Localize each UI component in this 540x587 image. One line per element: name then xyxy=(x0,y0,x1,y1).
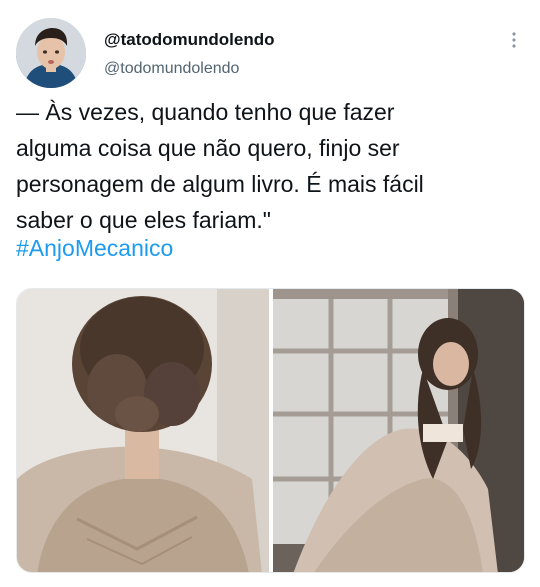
avatar[interactable] xyxy=(16,18,86,88)
avatar-portrait-icon xyxy=(16,18,86,88)
more-dots-vertical-icon xyxy=(512,32,516,48)
user-handle[interactable]: @todomundolendo xyxy=(104,60,239,78)
photo-woman-back[interactable] xyxy=(17,289,269,572)
tweet-text: — Às vezes, quando tenho que fazer algum… xyxy=(16,99,424,233)
photo-woman-window-image xyxy=(272,289,524,572)
tweet-card[interactable]: @tatodomundolendo @todomundolendo — Às v… xyxy=(0,0,540,587)
photo-woman-window[interactable] xyxy=(272,289,524,572)
media-grid xyxy=(16,288,525,573)
photo-woman-back-image xyxy=(17,289,269,572)
hashtag-link[interactable]: #AnjoMecanico xyxy=(16,230,173,266)
more-options-button[interactable] xyxy=(500,26,528,54)
display-name[interactable]: @tatodomundolendo xyxy=(104,30,275,50)
